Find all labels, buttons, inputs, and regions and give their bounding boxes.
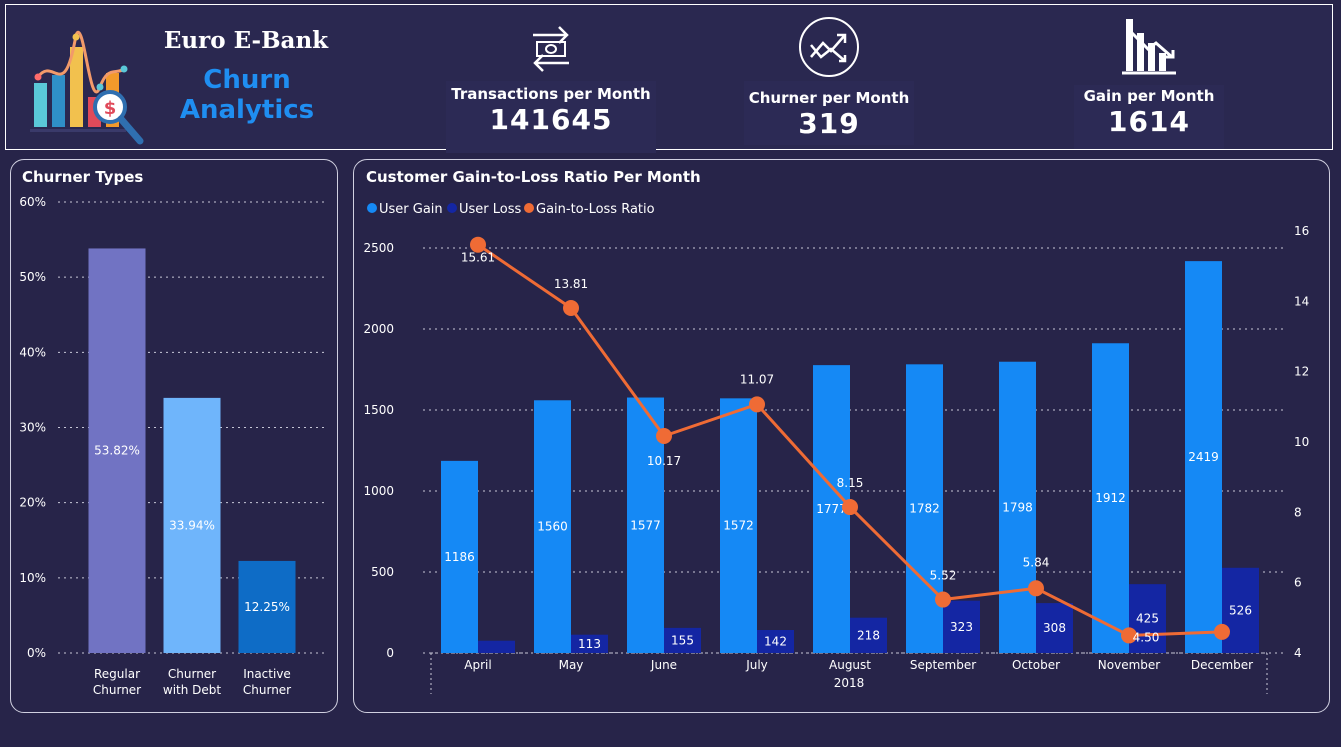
x-tick-label: with Debt <box>163 683 222 697</box>
data-label: 155 <box>671 633 694 647</box>
x-tick-label: Churner <box>243 683 291 697</box>
kpi-label: Transactions per Month <box>451 85 651 103</box>
data-label: 142 <box>764 634 787 648</box>
x-group-label: 2018 <box>834 676 865 690</box>
declining-bar-chart-icon <box>1122 19 1176 75</box>
ratio-label: 5.52 <box>930 569 957 583</box>
brand-subtitle: Churn Analytics <box>179 65 315 125</box>
ratio-label: 4.50 <box>1133 630 1160 644</box>
ratio-label: 10.17 <box>647 454 681 468</box>
x-tick-label: November <box>1098 658 1160 672</box>
data-label: 308 <box>1043 621 1066 635</box>
header-banner: $ Euro E-Bank Churn Analytics Transactio… <box>5 4 1333 153</box>
gain-loss-chart: User Gain User Loss Gain-to-Loss Ratio 0 500… <box>363 202 1309 694</box>
data-label: 2419 <box>1188 450 1219 464</box>
ratio-point <box>935 591 951 608</box>
kpi-gain: Gain per Month 1614 <box>1074 13 1224 149</box>
y-tick-label: 1500 <box>363 403 394 417</box>
legend-marker <box>367 203 377 213</box>
y2-tick-label: 12 <box>1294 365 1309 379</box>
legend-marker <box>447 203 457 213</box>
y-tick-label: 1000 <box>363 484 394 498</box>
kpi-value: 1614 <box>1108 105 1190 138</box>
y2-tick-label: 8 <box>1294 505 1302 519</box>
x-tick-label: May <box>559 658 584 672</box>
ratio-label: 11.07 <box>740 372 774 386</box>
trend-arrows-icon <box>799 17 859 77</box>
data-label: 1577 <box>630 518 661 532</box>
x-tick-label: Inactive <box>243 667 291 681</box>
y-tick-label: 0 <box>386 646 394 660</box>
ratio-point <box>1214 623 1230 640</box>
ratio-label: 15.61 <box>461 251 495 265</box>
x-tick-label: Regular <box>94 667 140 681</box>
legend-marker <box>524 203 534 213</box>
analytics-logo-icon: $ <box>30 30 144 145</box>
x-tick-label: April <box>464 658 491 672</box>
ratio-label: 13.81 <box>554 277 588 291</box>
data-label: 12.25% <box>244 600 290 614</box>
data-label: 1782 <box>909 502 940 516</box>
x-tick-label: Churner <box>93 683 141 697</box>
data-label: 218 <box>857 628 880 642</box>
y-tick-label: 50% <box>19 270 46 284</box>
y2-tick-label: 10 <box>1294 435 1309 449</box>
ratio-point <box>1028 580 1044 597</box>
legend-label: Gain-to-Loss Ratio <box>536 202 655 217</box>
y2-tick-label: 14 <box>1294 294 1309 308</box>
y-tick-label: 30% <box>19 421 46 435</box>
y-tick-label: 20% <box>19 496 46 510</box>
y-tick-label: 2500 <box>363 241 394 255</box>
data-label: 53.82% <box>94 444 140 458</box>
y-tick-label: 60% <box>19 195 46 209</box>
data-label: 1798 <box>1002 500 1033 514</box>
bar-user-loss <box>478 640 515 653</box>
x-tick-label: September <box>910 658 976 672</box>
legend-label: User Loss <box>459 202 522 217</box>
y-tick-label: 0% <box>27 646 46 660</box>
kpi-value: 319 <box>798 107 860 140</box>
kpi-churners: Churner per Month 319 <box>744 15 914 145</box>
y2-tick-label: 4 <box>1294 646 1302 660</box>
y2-tick-label: 16 <box>1294 224 1309 238</box>
data-label: 1912 <box>1095 491 1126 505</box>
kpi-value: 141645 <box>489 103 613 136</box>
y-tick-label: 500 <box>371 565 394 579</box>
x-tick-label: August <box>829 658 871 672</box>
ratio-point <box>749 396 765 413</box>
y-tick-label: 40% <box>19 345 46 359</box>
brand-title: Euro E-Bank <box>163 27 329 54</box>
svg-text:$: $ <box>104 98 117 119</box>
ratio-label: 5.84 <box>1023 555 1050 569</box>
x-tick-label: June <box>650 658 677 672</box>
y-tick-label: 2000 <box>363 322 394 336</box>
data-label: 526 <box>1229 603 1252 617</box>
kpi-transactions: Transactions per Month 141645 <box>446 23 656 153</box>
x-tick-label: October <box>1012 658 1060 672</box>
ratio-label: 8.15 <box>837 476 864 490</box>
data-label: 323 <box>950 620 973 634</box>
exchange-money-icon <box>533 26 569 72</box>
data-label: 33.94% <box>169 518 215 532</box>
y2-tick-label: 6 <box>1294 576 1302 590</box>
kpi-label: Gain per Month <box>1083 87 1215 105</box>
data-label: 1572 <box>723 519 754 533</box>
data-label: 1186 <box>444 550 475 564</box>
x-tick-label: December <box>1191 658 1253 672</box>
data-label: 1560 <box>537 520 568 534</box>
y-tick-label: 10% <box>19 571 46 585</box>
data-label: 1777 <box>816 502 847 516</box>
ratio-point <box>842 499 858 516</box>
x-tick-label: July <box>745 658 768 672</box>
legend-label: User Gain <box>379 202 443 217</box>
ratio-point <box>563 300 579 317</box>
data-label: 425 <box>1136 612 1159 626</box>
ratio-point <box>656 428 672 445</box>
data-label: 113 <box>578 637 601 651</box>
x-tick-label: Churner <box>168 667 216 681</box>
churner-types-chart: 0% 10% 20% 30% 40% 50% 60% 53.82% Regular Churner… <box>19 195 326 697</box>
kpi-label: Churner per Month <box>748 89 910 107</box>
